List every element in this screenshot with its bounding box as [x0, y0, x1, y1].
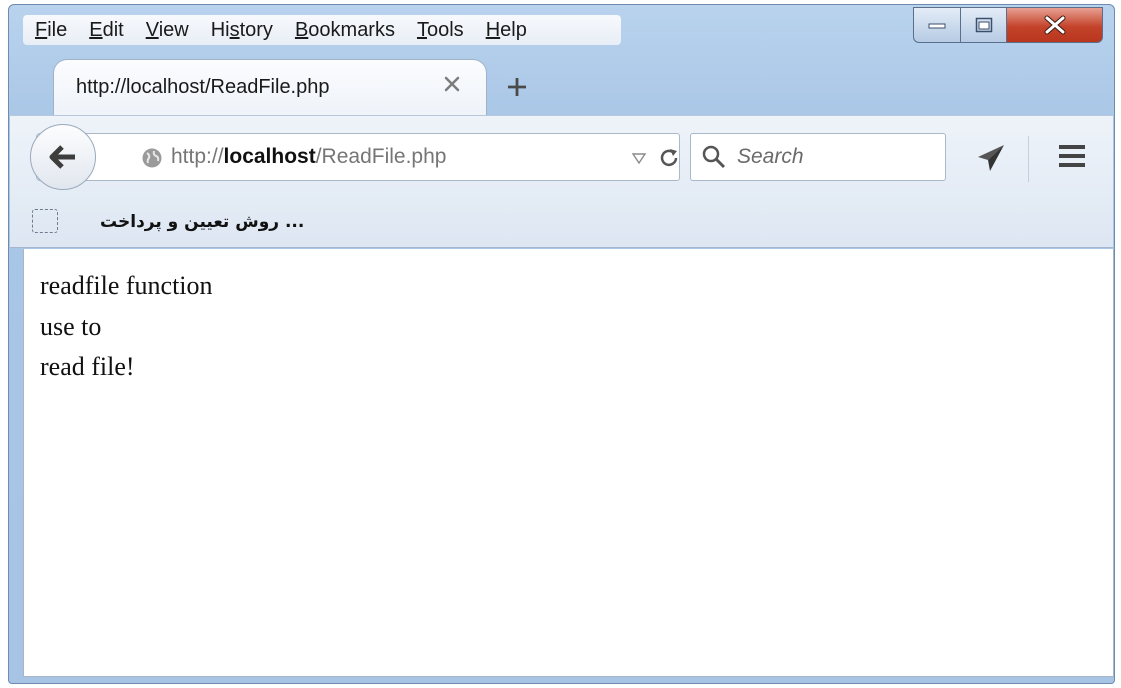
back-button[interactable] [30, 124, 96, 190]
hamburger-menu-icon[interactable] [1058, 143, 1086, 169]
menu-view[interactable]: View [146, 19, 189, 42]
bookmark-item[interactable]: ... روش تعیین و پرداخت [100, 212, 304, 232]
history-dropdown-icon[interactable] [631, 150, 647, 166]
reload-icon[interactable] [657, 146, 681, 170]
send-icon[interactable] [976, 144, 1006, 172]
close-icon [1044, 15, 1065, 35]
globe-icon [142, 148, 162, 168]
bookmarks-toolbar: ... روش تعیین و پرداخت [10, 201, 1113, 248]
tab-close-icon[interactable] [442, 74, 462, 94]
page-text-line: use to [40, 312, 102, 341]
browser-window: File Edit View History Bookmarks Tools H… [8, 4, 1115, 684]
page-text-line: read file! [40, 352, 135, 381]
menu-bar: File Edit View History Bookmarks Tools H… [23, 15, 621, 45]
new-tab-icon[interactable] [505, 75, 529, 99]
search-input[interactable]: Search [690, 133, 946, 181]
search-placeholder: Search [737, 145, 804, 168]
page-content: readfile function use to read file! [23, 249, 1114, 677]
tab-readfile[interactable]: http://localhost/ReadFile.php [53, 59, 487, 117]
maximize-icon [975, 17, 992, 33]
bookmark-page-icon [32, 209, 58, 233]
url-text: http://localhost/ReadFile.php [171, 145, 447, 168]
navigation-toolbar: http://localhost/ReadFile.php Search [10, 115, 1113, 202]
menu-history[interactable]: History [211, 19, 273, 42]
menu-bookmarks[interactable]: Bookmarks [295, 19, 395, 42]
menu-tools[interactable]: Tools [417, 19, 464, 42]
page-text-line: readfile function [40, 271, 213, 300]
search-icon [702, 145, 726, 169]
menu-help[interactable]: Help [486, 19, 527, 42]
minimize-button[interactable] [913, 7, 961, 43]
minimize-icon [928, 23, 946, 29]
maximize-button[interactable] [961, 7, 1007, 43]
close-window-button[interactable] [1007, 7, 1103, 43]
back-arrow-icon [49, 145, 75, 169]
url-bar[interactable]: http://localhost/ReadFile.php [36, 133, 680, 181]
menu-file[interactable]: File [35, 19, 67, 42]
menu-edit[interactable]: Edit [89, 19, 123, 42]
toolbar-separator [1028, 136, 1029, 182]
tab-title: http://localhost/ReadFile.php [76, 76, 330, 98]
